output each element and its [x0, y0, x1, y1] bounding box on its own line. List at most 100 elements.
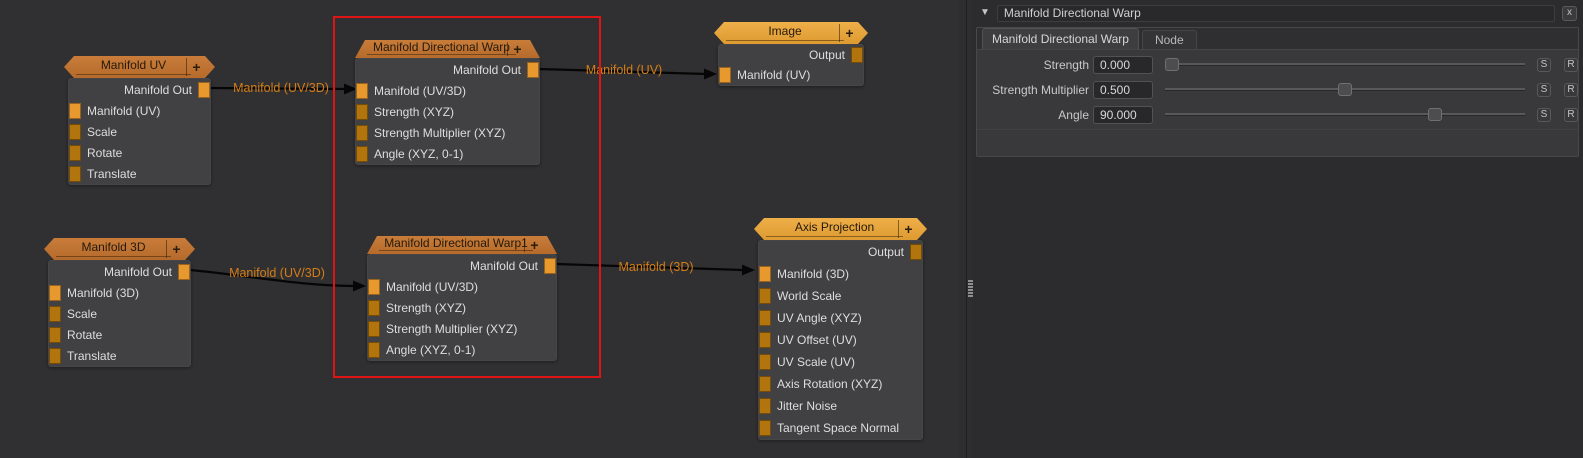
- output-port[interactable]: [910, 244, 922, 260]
- edge-label: Manifold (3D): [618, 260, 693, 274]
- slider-handle[interactable]: [1338, 83, 1352, 96]
- panel-header: ▼ Manifold Directional Warp x: [972, 0, 1583, 23]
- slider-handle[interactable]: [1428, 108, 1442, 121]
- port-label: Manifold (UV): [737, 68, 810, 82]
- param-row-angle: Angle 90.000 S R: [977, 102, 1578, 127]
- node-body[interactable]: Output Manifold (3D) World Scale UV Angl…: [758, 240, 923, 440]
- selection-rectangle: [333, 16, 601, 378]
- port-label: Tangent Space Normal: [777, 421, 899, 435]
- splitter-grip-icon[interactable]: [968, 280, 973, 297]
- output-port[interactable]: [178, 264, 190, 280]
- splitter-line: [966, 0, 967, 458]
- panel-splitter[interactable]: [958, 0, 972, 458]
- angle-value-field[interactable]: 90.000: [1093, 106, 1153, 124]
- param-row-strength: Strength 0.000 S R: [977, 52, 1578, 77]
- reset-button[interactable]: R: [1564, 83, 1578, 97]
- add-slot-button[interactable]: +: [839, 24, 859, 42]
- node-title: Axis Projection: [766, 218, 903, 237]
- strength-value-field[interactable]: 0.000: [1093, 56, 1153, 74]
- node-header[interactable]: Image +: [714, 22, 868, 44]
- port-label: Jitter Noise: [777, 399, 837, 413]
- input-port[interactable]: [49, 306, 61, 322]
- node-axis-projection[interactable]: Axis Projection + Output Manifold (3D) W…: [758, 240, 923, 440]
- port-label: World Scale: [777, 289, 841, 303]
- add-slot-button[interactable]: +: [898, 220, 918, 238]
- close-icon[interactable]: x: [1562, 6, 1577, 21]
- input-port[interactable]: [49, 348, 61, 364]
- node-body[interactable]: Manifold Out Manifold (UV) Scale Rotate …: [68, 78, 211, 185]
- angle-slider[interactable]: [1165, 108, 1525, 121]
- port-label: Axis Rotation (XYZ): [777, 377, 882, 391]
- reset-button[interactable]: R: [1564, 58, 1578, 72]
- port-label: Manifold (UV): [87, 104, 160, 118]
- port-label: UV Offset (UV): [777, 333, 857, 347]
- input-port[interactable]: [759, 332, 771, 348]
- input-port[interactable]: [759, 376, 771, 392]
- port-label: Manifold (3D): [67, 286, 139, 300]
- add-slot-button[interactable]: +: [166, 240, 186, 258]
- parameter-group: Manifold Directional Warp Node Strength …: [976, 27, 1579, 157]
- properties-panel: ▼ Manifold Directional Warp x Manifold D…: [972, 0, 1583, 458]
- app-window: Manifold (UV/3D) Manifold (UV) Manifold …: [0, 0, 1583, 458]
- port-label: Rotate: [87, 146, 122, 160]
- input-port[interactable]: [759, 398, 771, 414]
- tab-manifold-directional-warp[interactable]: Manifold Directional Warp: [982, 28, 1139, 49]
- output-port[interactable]: [851, 47, 863, 63]
- node-body[interactable]: Output Manifold (UV): [718, 44, 864, 86]
- port-label: UV Angle (XYZ): [777, 311, 862, 325]
- node-header[interactable]: Manifold 3D +: [44, 238, 195, 260]
- port-label: Translate: [67, 349, 117, 363]
- node-image[interactable]: Image + Output Manifold (UV): [718, 44, 864, 86]
- node-manifold-3d[interactable]: Manifold 3D + Manifold Out Manifold (3D)…: [48, 260, 191, 367]
- param-row-strength-multiplier: Strength Multiplier 0.500 S R: [977, 77, 1578, 102]
- input-port[interactable]: [759, 420, 771, 436]
- edge-label: Manifold (UV/3D): [233, 81, 329, 95]
- port-label: Scale: [67, 307, 97, 321]
- output-label: Output: [809, 48, 845, 62]
- input-port[interactable]: [49, 327, 61, 343]
- node-title: Image: [726, 22, 844, 41]
- parameter-rows: Strength 0.000 S R Strength Multiplier 0…: [977, 50, 1578, 129]
- input-port[interactable]: [759, 266, 771, 282]
- set-key-button[interactable]: S: [1537, 58, 1551, 72]
- add-slot-button[interactable]: +: [186, 58, 206, 76]
- port-label: Manifold (3D): [777, 267, 849, 281]
- node-header[interactable]: Manifold UV +: [64, 56, 215, 78]
- reset-button[interactable]: R: [1564, 108, 1578, 122]
- node-body[interactable]: Manifold Out Manifold (3D) Scale Rotate …: [48, 260, 191, 367]
- input-port[interactable]: [69, 145, 81, 161]
- node-title: Manifold UV: [76, 56, 191, 75]
- node-graph-canvas[interactable]: Manifold (UV/3D) Manifold (UV) Manifold …: [0, 0, 958, 458]
- strength-multiplier-value-field[interactable]: 0.500: [1093, 81, 1153, 99]
- tab-node[interactable]: Node: [1142, 30, 1197, 49]
- node-header[interactable]: Axis Projection +: [754, 218, 927, 240]
- param-label: Strength: [983, 58, 1089, 72]
- input-port[interactable]: [69, 166, 81, 182]
- input-port[interactable]: [69, 103, 81, 119]
- param-label: Angle: [983, 108, 1089, 122]
- edge-label: Manifold (UV/3D): [229, 266, 325, 280]
- port-label: Translate: [87, 167, 137, 181]
- output-label: Output: [868, 245, 904, 259]
- collapse-arrow-icon[interactable]: ▼: [980, 8, 990, 18]
- panel-title: Manifold Directional Warp: [997, 5, 1555, 22]
- arrowhead-icon: [704, 69, 717, 80]
- param-footer: [977, 129, 1578, 156]
- input-port[interactable]: [759, 310, 771, 326]
- node-manifold-uv[interactable]: Manifold UV + Manifold Out Manifold (UV)…: [68, 78, 211, 185]
- input-port[interactable]: [759, 288, 771, 304]
- set-key-button[interactable]: S: [1537, 83, 1551, 97]
- input-port[interactable]: [49, 285, 61, 301]
- output-port[interactable]: [198, 82, 210, 98]
- set-key-button[interactable]: S: [1537, 108, 1551, 122]
- strength-multiplier-slider[interactable]: [1165, 83, 1525, 96]
- input-port[interactable]: [719, 67, 731, 83]
- slider-handle[interactable]: [1165, 58, 1179, 71]
- strength-slider[interactable]: [1165, 58, 1525, 71]
- arrowhead-icon: [742, 265, 755, 276]
- input-port[interactable]: [759, 354, 771, 370]
- input-port[interactable]: [69, 124, 81, 140]
- output-label: Manifold Out: [124, 83, 192, 97]
- port-label: Scale: [87, 125, 117, 139]
- node-title: Manifold 3D: [56, 238, 171, 257]
